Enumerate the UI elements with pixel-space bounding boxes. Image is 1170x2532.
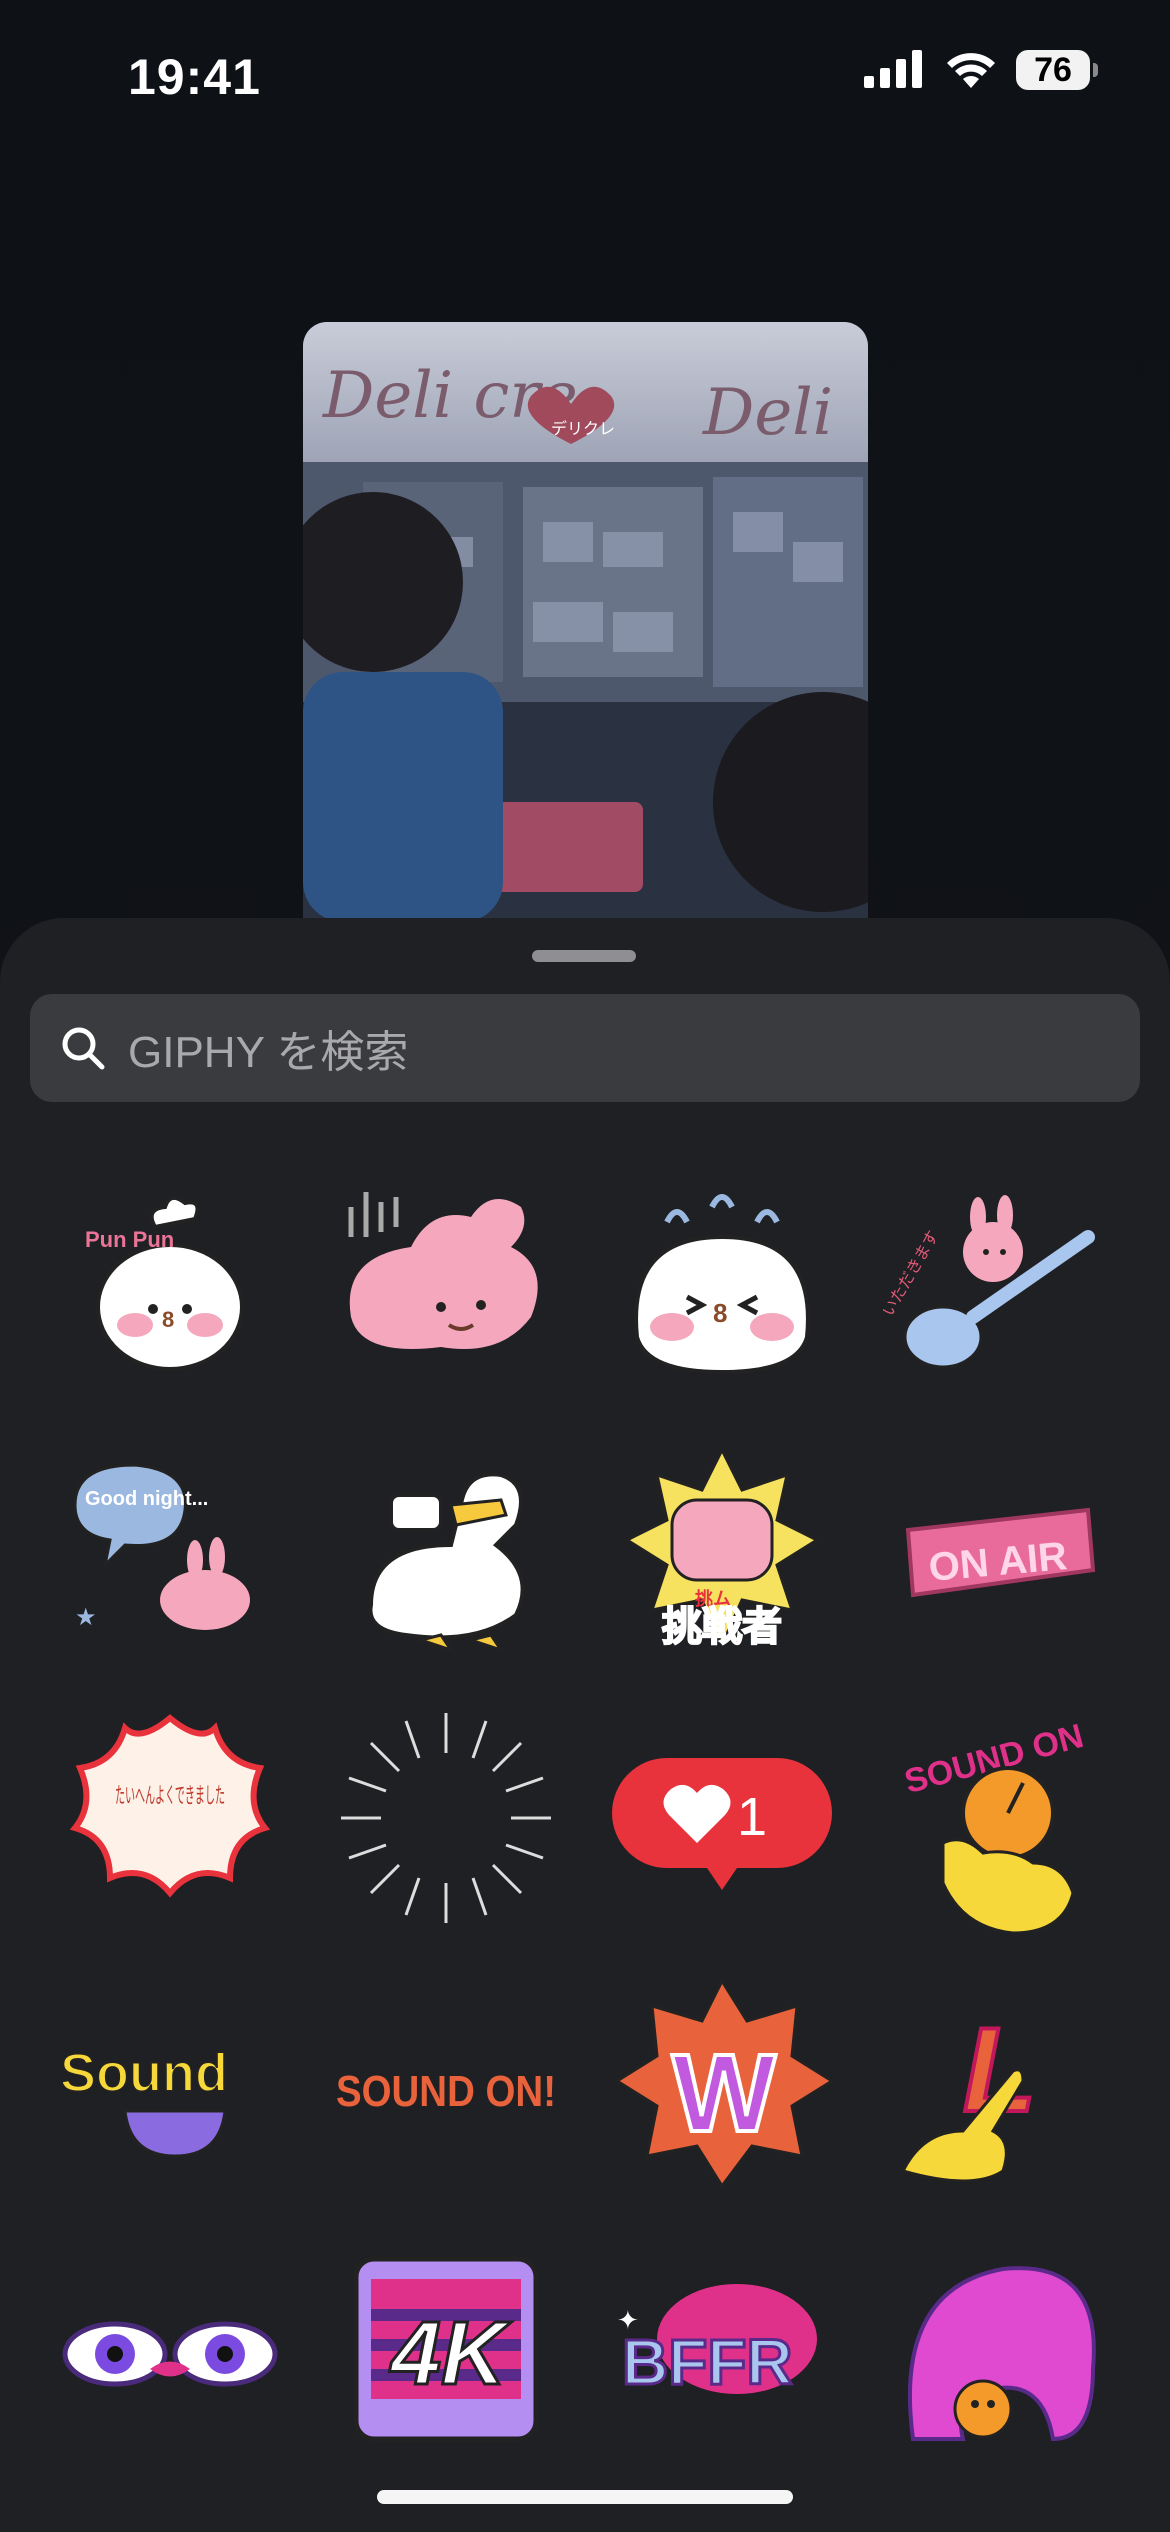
search-bar[interactable]: GIPHY を検索 xyxy=(30,994,1140,1102)
sticker-like-notification[interactable]: 1 xyxy=(592,1684,852,1952)
sticker-on-air[interactable]: ON AIR xyxy=(868,1416,1128,1684)
sticker-pink-rabbit[interactable] xyxy=(316,1148,576,1416)
sticker-spoon-label: いただきます xyxy=(883,1227,943,1320)
sheet-grabber[interactable] xyxy=(532,950,636,962)
preview-badge: デリクレ xyxy=(551,419,615,438)
status-time: 19:41 xyxy=(128,49,261,105)
preview-photo: Deli cre Deli デリクレ xyxy=(303,322,868,922)
sticker-sound-on-banner[interactable]: SOUND ON! xyxy=(316,1952,576,2220)
sticker-good-night-label: Good night... xyxy=(85,1488,208,1510)
search-icon xyxy=(62,1027,105,1070)
sticker-challenger[interactable]: 挑ム 挑戦者 xyxy=(592,1416,852,1684)
screen: 19:41 76 Deli cre Deli デリクレ GIPHY を検索 8 … xyxy=(0,0,1170,2532)
sticker-punpun-label: Pun Pun xyxy=(85,1227,174,1252)
sticker-taihen-label: たいへんよくできました xyxy=(115,1784,225,1809)
svg-text:✦: ✦ xyxy=(617,2305,639,2335)
sticker-like-count: 1 xyxy=(737,1787,767,1847)
battery-icon: 76 xyxy=(1016,50,1098,90)
wifi-icon xyxy=(947,53,995,88)
svg-text:8: 8 xyxy=(162,1307,174,1332)
sticker-4k-label: 4K xyxy=(389,2304,512,2404)
sticker-bffr-label: BFFR xyxy=(622,2326,793,2398)
sticker-bffr[interactable]: BFFR ✦ xyxy=(592,2220,852,2488)
svg-text:★: ★ xyxy=(75,1604,97,1631)
sticker-grid: 8 Pun Pun 8 いただきます Good night... ★ 挑ム 挑戦… xyxy=(40,1148,1130,2488)
sticker-duck[interactable] xyxy=(316,1416,576,1684)
sticker-punpun[interactable]: 8 Pun Pun xyxy=(40,1148,300,1416)
sticker-spoon-rabbit[interactable]: いただきます xyxy=(868,1148,1128,1416)
search-input[interactable]: GIPHY を検索 xyxy=(128,1016,408,1080)
sticker-eyes-lips[interactable] xyxy=(40,2220,300,2488)
sticker-taihen-yoku[interactable]: たいへんよくできました xyxy=(40,1684,300,1952)
svg-text:8: 8 xyxy=(713,1298,727,1328)
cellular-signal-icon xyxy=(864,50,922,88)
sticker-w[interactable]: W xyxy=(592,1952,852,2220)
sticker-w-label: W xyxy=(672,2032,776,2155)
home-indicator[interactable] xyxy=(377,2490,793,2504)
sticker-sweat-face[interactable]: 8 xyxy=(592,1148,852,1416)
status-bar: 19:41 76 xyxy=(0,0,1170,150)
sticker-sound-on-banner-label: SOUND ON! xyxy=(336,2067,556,2116)
sticker-sparkle-burst[interactable] xyxy=(316,1684,576,1952)
giphy-sheet: GIPHY を検索 8 Pun Pun 8 いただきます Good night.… xyxy=(0,918,1170,2532)
sticker-challenger-label: 挑戦者 xyxy=(662,1604,782,1650)
media-preview: Deli cre Deli デリクレ xyxy=(303,322,868,922)
sticker-sound-on-knob[interactable]: SOUND ON xyxy=(868,1684,1128,1952)
sticker-sound-label: Sound xyxy=(60,2043,228,2103)
sticker-good-night[interactable]: Good night... ★ xyxy=(40,1416,300,1684)
sticker-4k[interactable]: 4K xyxy=(316,2220,576,2488)
sticker-l[interactable]: L xyxy=(868,1952,1128,2220)
sticker-sound-noodles[interactable]: Sound xyxy=(40,1952,300,2220)
status-icons: 76 xyxy=(864,50,1098,90)
preview-sign-right: Deli xyxy=(702,376,833,450)
sticker-pink-blob[interactable] xyxy=(868,2220,1128,2488)
